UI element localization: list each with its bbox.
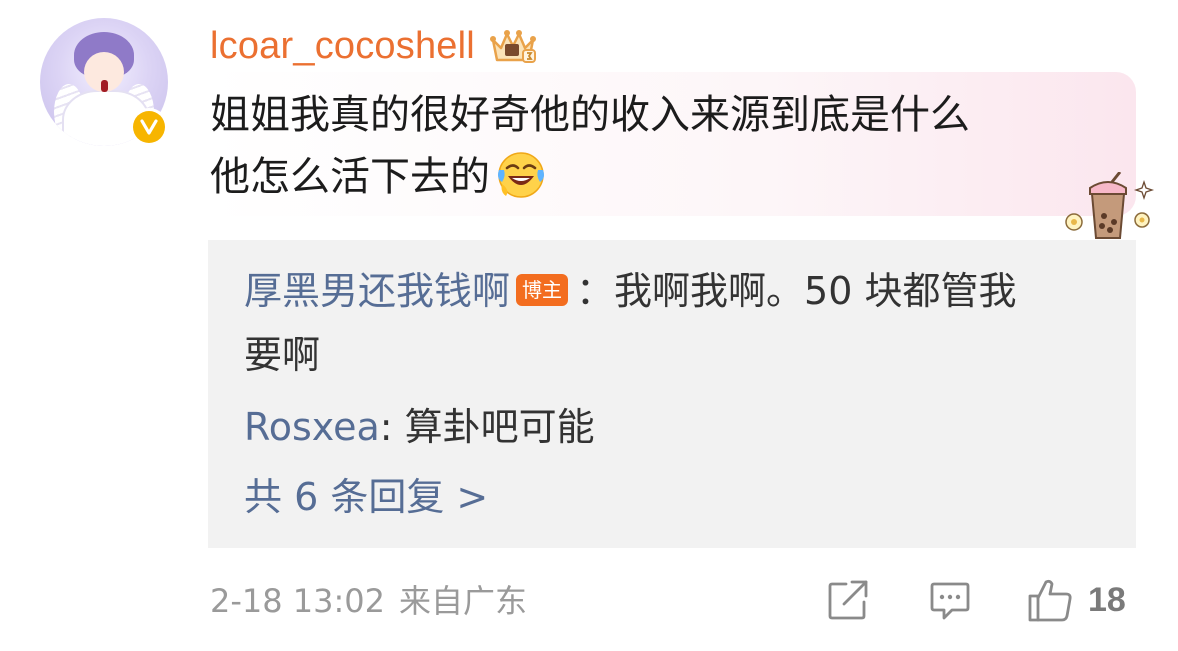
comment-line-2-text: 他怎么活下去的 (210, 154, 490, 200)
view-more-replies-link[interactable]: 共 6 条回复 > (244, 468, 488, 526)
like-button[interactable]: 18 (1026, 574, 1126, 626)
reply-text: 我啊我啊。50 块都管我 (614, 269, 1017, 313)
reply-author-name[interactable]: 厚黑男还我钱啊 (244, 269, 510, 313)
comment-time: 2-18 13:02 (210, 582, 386, 620)
like-count: 18 (1088, 580, 1126, 619)
username-row: lcoar_cocoshell (210, 22, 539, 70)
reply-item[interactable]: Rosxea: 算卦吧可能 (244, 398, 595, 456)
comment-text[interactable]: 姐姐我真的很好奇他的收入来源到底是什么 他怎么活下去的 (210, 84, 1100, 208)
replies-panel: 厚黑男还我钱啊 博主 ：我啊我啊。50 块都管我 要啊 Rosxea: 算卦吧可能 … (208, 240, 1136, 548)
verified-badge-icon (130, 108, 168, 146)
bubble-tea-decoration-icon (1065, 172, 1155, 239)
reply-separator: : (379, 405, 405, 449)
thumbs-up-icon (1028, 579, 1072, 622)
reply-text: 算卦吧可能 (404, 405, 595, 449)
membership-crown-icon[interactable] (487, 26, 539, 66)
comment-icon (930, 582, 970, 620)
username[interactable]: lcoar_cocoshell (210, 25, 475, 68)
comment-meta: 2-18 13:02 来自广东 (210, 578, 527, 624)
reply-text-continued: 要啊 (244, 326, 320, 384)
reply-author-name[interactable]: Rosxea (244, 405, 380, 449)
reply-item[interactable]: 厚黑男还我钱啊 博主 ：我啊我啊。50 块都管我 (244, 262, 1016, 320)
comment-line-2: 他怎么活下去的 (210, 146, 1100, 208)
laughing-tears-emoji-icon (498, 152, 544, 198)
share-button[interactable] (826, 574, 870, 626)
comment-location: 来自广东 (399, 582, 528, 620)
reply-text-line-2: 要啊 (244, 333, 321, 377)
comment-line-1: 姐姐我真的很好奇他的收入来源到底是什么 (210, 92, 970, 138)
reply-separator: ： (576, 269, 615, 313)
comment-button[interactable] (928, 574, 972, 626)
share-icon (828, 580, 868, 620)
author-badge: 博主 (516, 273, 569, 306)
avatar-mouth (101, 80, 108, 92)
comment-card: lcoar_cocoshell 姐姐我真的很好奇他的收入来源到底是什么 他怎么活… (0, 0, 1178, 651)
